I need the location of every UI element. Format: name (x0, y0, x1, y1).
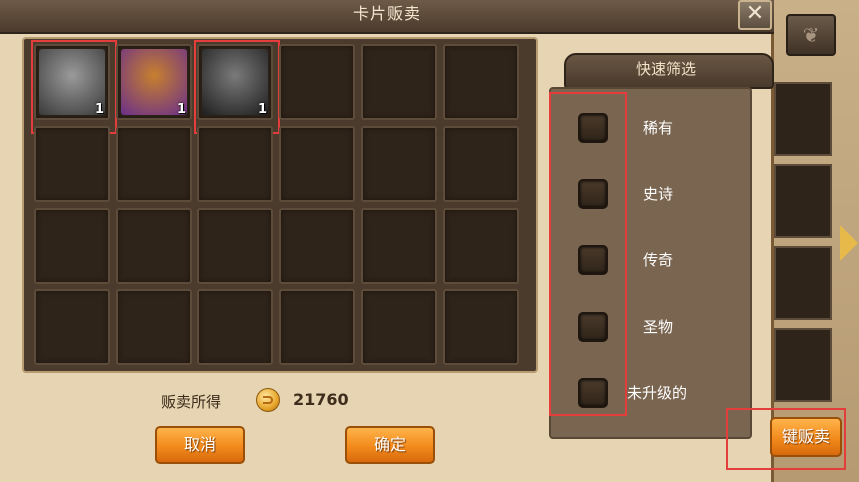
card-slot[interactable] (443, 289, 519, 365)
filter-label-not-upgraded: 未升级的 (627, 384, 688, 402)
card-slot[interactable] (197, 126, 273, 202)
card-slot[interactable] (116, 208, 192, 284)
side-slot[interactable] (774, 328, 832, 402)
coin-symbol (263, 396, 273, 404)
sell-all-highlight-box (726, 408, 846, 470)
filter-label-legendary: 传奇 (643, 251, 674, 269)
card-slot[interactable] (279, 44, 355, 120)
card-slot[interactable] (116, 126, 192, 202)
card-slot[interactable] (361, 126, 437, 202)
side-slot[interactable] (774, 82, 832, 156)
filter-label-relic: 圣物 (643, 318, 674, 336)
card-count: 1 (176, 102, 186, 117)
side-slot[interactable] (774, 164, 832, 238)
card-slot[interactable] (443, 126, 519, 202)
wing-icon: ❦ (802, 23, 820, 47)
wing-tab-button[interactable]: ❦ (786, 14, 836, 56)
card-slot[interactable] (34, 208, 110, 284)
card-slot[interactable] (361, 208, 437, 284)
side-slot[interactable] (774, 246, 832, 320)
cancel-button[interactable]: 取消 (155, 426, 245, 464)
card-highlight-box (194, 40, 280, 134)
filter-label-epic: 史诗 (643, 185, 674, 203)
proceeds-value: 21760 (293, 390, 349, 409)
card-slot[interactable] (34, 126, 110, 202)
card-slot[interactable] (279, 126, 355, 202)
card-slot[interactable] (361, 289, 437, 365)
card-slot[interactable] (197, 289, 273, 365)
arrow-right-icon[interactable] (840, 225, 858, 261)
filter-highlight-box (549, 92, 627, 416)
close-icon: ✕ (745, 1, 765, 26)
filter-label-rare: 稀有 (643, 119, 674, 137)
card-slot[interactable] (443, 44, 519, 120)
confirm-button[interactable]: 确定 (345, 426, 435, 464)
card-slot[interactable] (279, 289, 355, 365)
card-slot[interactable] (197, 208, 273, 284)
card-slot[interactable] (361, 44, 437, 120)
filter-title: 快速筛选 (635, 60, 696, 78)
card-slot[interactable]: 1 (116, 44, 192, 120)
dialog-title: 卡片贩卖 (352, 4, 421, 23)
proceeds-label: 贩卖所得 (161, 393, 222, 411)
card-highlight-box (31, 40, 117, 134)
card-slot[interactable] (279, 208, 355, 284)
close-button[interactable]: ✕ (738, 0, 772, 30)
card-slot[interactable] (443, 208, 519, 284)
card-slot[interactable] (34, 289, 110, 365)
card-slot[interactable] (116, 289, 192, 365)
